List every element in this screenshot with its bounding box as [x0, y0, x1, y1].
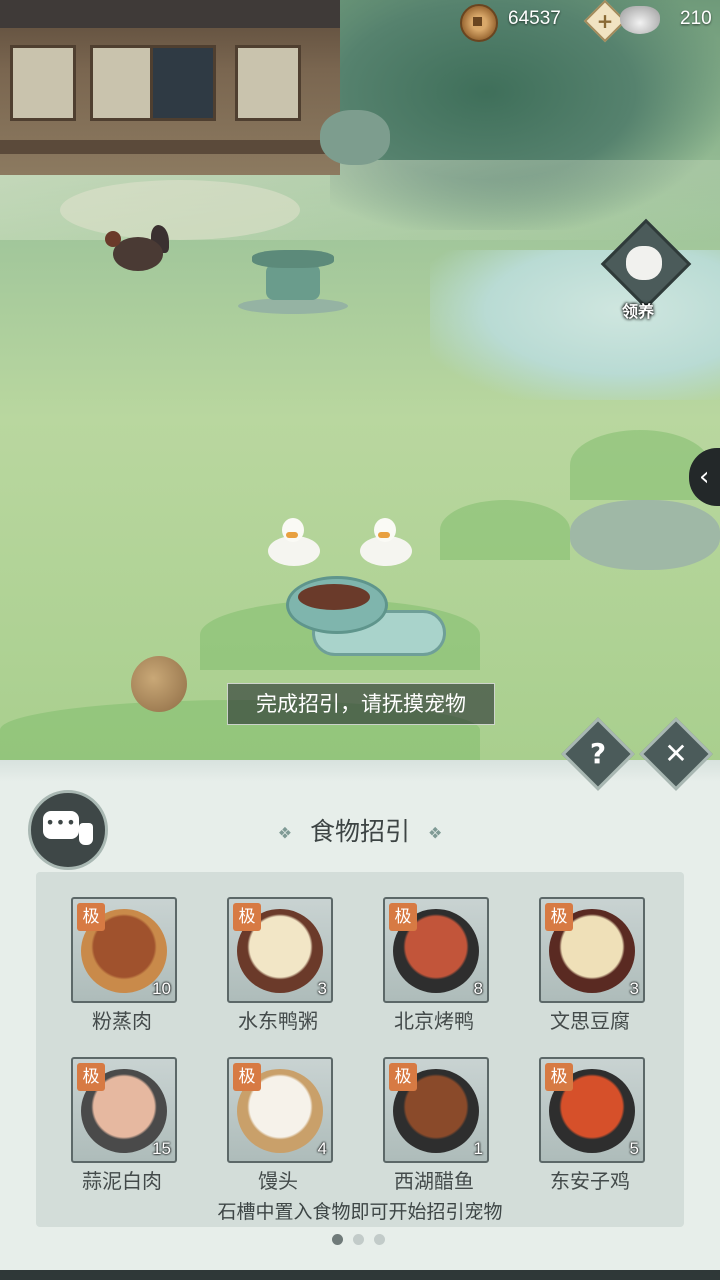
adopt-button[interactable]: 领养	[600, 218, 692, 324]
rank-badge: 极	[389, 903, 417, 931]
panel-tip: 石槽中置入食物即可开始招引宠物	[217, 1201, 503, 1223]
coin-count: 64537	[508, 8, 561, 29]
bottom-bar	[0, 1270, 720, 1280]
page-dot[interactable]	[332, 1234, 343, 1245]
house-window	[90, 45, 156, 121]
page-dot[interactable]	[353, 1234, 364, 1245]
currency-bar: 64537 + 210 +	[390, 0, 720, 43]
house-window	[150, 45, 216, 121]
grass-clump	[440, 500, 570, 560]
food-item[interactable]: 极 10 粉蒸肉	[50, 897, 200, 1037]
hint-banner: 完成招引，请抚摸宠物	[227, 683, 495, 725]
rank-badge: 极	[77, 1063, 105, 1091]
grass-clump	[570, 430, 710, 500]
food-count: 10	[152, 979, 171, 998]
house-porch	[0, 140, 360, 154]
title-deco-icon: ❖	[427, 823, 443, 843]
incense-burner	[238, 238, 348, 314]
food-card[interactable]: 极4	[227, 1057, 333, 1163]
ingot-count: 210	[680, 8, 712, 29]
food-name: 馒头	[258, 1169, 298, 1193]
rank-badge: 极	[545, 1063, 573, 1091]
food-count: 1	[473, 1139, 483, 1158]
food-count: 15	[152, 1139, 171, 1158]
house-window	[10, 45, 76, 121]
house-roof	[0, 0, 340, 28]
title-deco-icon: ❖	[277, 823, 293, 843]
food-item[interactable]: 极 1 西湖醋鱼	[362, 1057, 512, 1197]
food-name: 北京烤鸭	[394, 1009, 474, 1033]
white-duck[interactable]	[268, 518, 320, 566]
food-count: 3	[317, 979, 327, 998]
yarn-ball[interactable]	[131, 656, 187, 712]
page-dot[interactable]	[374, 1234, 385, 1245]
flower-patch	[60, 180, 300, 240]
food-item[interactable]: 极 5 东安子鸡	[518, 1057, 668, 1197]
white-duck[interactable]	[360, 518, 412, 566]
chevron-left-icon: ‹	[699, 462, 710, 492]
stone-trough[interactable]	[282, 574, 446, 664]
food-count: 3	[629, 979, 639, 998]
house-window	[235, 45, 301, 121]
food-item[interactable]: 极 4 馒头	[206, 1057, 356, 1197]
copper-coin-icon	[460, 4, 498, 42]
adopt-label: 领养	[622, 302, 655, 321]
food-name: 蒜泥白肉	[82, 1169, 162, 1193]
rank-badge: 极	[545, 903, 573, 931]
food-item[interactable]: 极 3 水东鸭粥	[206, 897, 356, 1037]
rock	[570, 500, 720, 570]
rooster[interactable]	[105, 225, 173, 285]
rank-badge: 极	[233, 1063, 261, 1091]
silver-ingot-icon	[620, 6, 660, 34]
food-name: 粉蒸肉	[92, 1009, 152, 1033]
food-count: 5	[629, 1139, 639, 1158]
food-name: 文思豆腐	[550, 1009, 630, 1033]
food-item[interactable]: 极 8 北京烤鸭	[362, 897, 512, 1037]
help-icon: ?	[589, 737, 607, 770]
wooden-house	[0, 0, 360, 175]
panel-title-row: ❖ 食物招引 ❖	[0, 812, 720, 848]
food-item[interactable]: 极 15 蒜泥白肉	[50, 1057, 200, 1197]
food-card[interactable]: 极8	[383, 897, 489, 1003]
close-icon: ✕	[664, 737, 688, 770]
food-card[interactable]: 极 15	[71, 1057, 177, 1163]
food-card[interactable]: 极1	[383, 1057, 489, 1163]
panel-title: 食物招引	[309, 817, 410, 846]
rock	[320, 110, 390, 165]
food-count: 4	[317, 1139, 327, 1158]
food-name: 东安子鸡	[550, 1169, 630, 1193]
food-card[interactable]: 极3	[227, 897, 333, 1003]
food-name: 西湖醋鱼	[394, 1169, 474, 1193]
page-indicator	[332, 1234, 392, 1246]
food-card[interactable]: 极3	[539, 897, 645, 1003]
food-name: 水东鸭粥	[238, 1009, 318, 1033]
rank-badge: 极	[233, 903, 261, 931]
cat-icon	[626, 246, 662, 280]
food-card[interactable]: 极 10	[71, 897, 177, 1003]
food-card[interactable]: 极5	[539, 1057, 645, 1163]
food-item[interactable]: 极 3 文思豆腐	[518, 897, 668, 1037]
food-count: 8	[473, 979, 483, 998]
rank-badge: 极	[77, 903, 105, 931]
rank-badge: 极	[389, 1063, 417, 1091]
garden-scene[interactable]	[0, 0, 720, 760]
